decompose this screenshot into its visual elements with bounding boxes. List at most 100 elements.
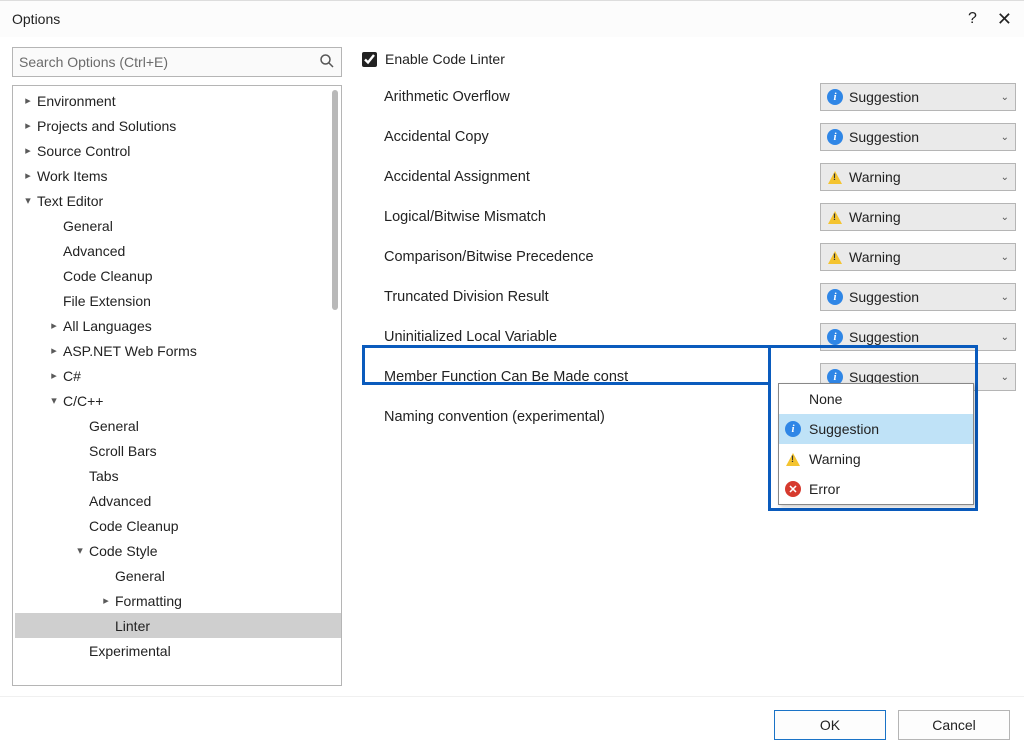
tree-item[interactable]: General — [15, 413, 341, 438]
tree-spacer — [73, 645, 87, 657]
setting-row: Uninitialized Local VariableiSuggestion⌄ — [362, 317, 1016, 357]
tree-item[interactable]: Code Style — [15, 538, 341, 563]
tree-spacer — [47, 245, 61, 257]
tree-item-label: General — [61, 218, 113, 234]
search-icon — [319, 53, 335, 72]
tree-item[interactable]: Tabs — [15, 463, 341, 488]
tree-item[interactable]: Linter — [15, 613, 341, 638]
dropdown-option[interactable]: iSuggestion — [779, 414, 973, 444]
tree-item[interactable]: Advanced — [15, 488, 341, 513]
severity-combo[interactable]: iSuggestion⌄ — [820, 123, 1016, 151]
enable-linter-label[interactable]: Enable Code Linter — [385, 51, 505, 67]
search-box[interactable] — [12, 47, 342, 77]
tree-item-label: Environment — [35, 93, 116, 109]
ok-button[interactable]: OK — [774, 710, 886, 740]
tree-item[interactable]: Formatting — [15, 588, 341, 613]
tree-item-label: General — [87, 418, 139, 434]
info-icon: i — [825, 329, 845, 345]
setting-label: Naming convention (experimental) — [362, 409, 820, 425]
setting-row: Logical/Bitwise MismatchWarning⌄ — [362, 197, 1016, 237]
setting-label: Logical/Bitwise Mismatch — [362, 209, 820, 225]
tree-item-label: Source Control — [35, 143, 130, 159]
close-icon[interactable]: ✕ — [997, 9, 1012, 30]
warning-icon — [825, 251, 845, 264]
error-icon: ✕ — [783, 481, 803, 497]
chevron-down-icon: ⌄ — [999, 92, 1011, 103]
tree-item[interactable]: General — [15, 213, 341, 238]
enable-linter-checkbox[interactable] — [362, 52, 377, 67]
nav-tree[interactable]: Environment Projects and Solutions Source … — [13, 86, 341, 669]
chevron-down-icon[interactable] — [73, 544, 87, 557]
dropdown-option-label: Suggestion — [803, 421, 879, 437]
chevron-down-icon: ⌄ — [999, 332, 1011, 343]
chevron-down-icon[interactable] — [47, 394, 61, 407]
help-icon[interactable]: ? — [968, 10, 977, 28]
chevron-right-icon[interactable] — [21, 169, 35, 182]
combo-value: Warning — [845, 209, 999, 225]
tree-spacer — [73, 445, 87, 457]
info-icon: i — [783, 421, 803, 437]
dropdown-option[interactable]: Warning — [779, 444, 973, 474]
tree-item[interactable]: Source Control — [15, 138, 341, 163]
tree-item[interactable]: Work Items — [15, 163, 341, 188]
tree-item[interactable]: C# — [15, 363, 341, 388]
chevron-down-icon: ⌄ — [999, 292, 1011, 303]
dropdown-option[interactable]: None — [779, 384, 973, 414]
tree-item[interactable]: Experimental — [15, 638, 341, 663]
tree-item[interactable]: General — [15, 563, 341, 588]
search-input[interactable] — [19, 54, 313, 70]
tree-spacer — [73, 495, 87, 507]
chevron-down-icon: ⌄ — [999, 372, 1011, 383]
tree-item[interactable]: Environment — [15, 88, 341, 113]
warning-icon — [825, 171, 845, 184]
cancel-button[interactable]: Cancel — [898, 710, 1010, 740]
severity-combo[interactable]: Warning⌄ — [820, 203, 1016, 231]
tree-item[interactable]: Projects and Solutions — [15, 113, 341, 138]
tree-item[interactable]: Code Cleanup — [15, 513, 341, 538]
chevron-right-icon[interactable] — [47, 344, 61, 357]
tree-item-label: File Extension — [61, 293, 151, 309]
tree-item-label: Advanced — [87, 493, 151, 509]
tree-item-label: Code Cleanup — [61, 268, 153, 284]
tree-item-label: Advanced — [61, 243, 125, 259]
chevron-right-icon[interactable] — [21, 119, 35, 132]
severity-combo[interactable]: Warning⌄ — [820, 243, 1016, 271]
setting-row: Truncated Division ResultiSuggestion⌄ — [362, 277, 1016, 317]
tree-item-label: Projects and Solutions — [35, 118, 176, 134]
severity-combo[interactable]: iSuggestion⌄ — [820, 83, 1016, 111]
dropdown-option[interactable]: ✕Error — [779, 474, 973, 504]
combo-value: Suggestion — [845, 129, 999, 145]
chevron-down-icon: ⌄ — [999, 252, 1011, 263]
tree-item[interactable]: Scroll Bars — [15, 438, 341, 463]
severity-combo[interactable]: Warning⌄ — [820, 163, 1016, 191]
info-icon: i — [825, 129, 845, 145]
tree-item[interactable]: ASP.NET Web Forms — [15, 338, 341, 363]
combo-value: Warning — [845, 249, 999, 265]
tree-item-label: Code Cleanup — [87, 518, 179, 534]
scrollbar[interactable] — [332, 90, 338, 310]
tree-item[interactable]: Code Cleanup — [15, 263, 341, 288]
tree-item-label: Tabs — [87, 468, 119, 484]
chevron-down-icon[interactable] — [21, 194, 35, 207]
tree-item-label: Formatting — [113, 593, 182, 609]
chevron-down-icon: ⌄ — [999, 132, 1011, 143]
tree-spacer — [99, 620, 113, 632]
tree-item[interactable]: C/C++ — [15, 388, 341, 413]
chevron-right-icon[interactable] — [21, 144, 35, 157]
chevron-right-icon[interactable] — [21, 94, 35, 107]
tree-item-label: C# — [61, 368, 81, 384]
tree-item[interactable]: File Extension — [15, 288, 341, 313]
severity-dropdown[interactable]: NoneiSuggestionWarning✕Error — [778, 383, 974, 505]
dialog-body: Environment Projects and Solutions Source … — [0, 37, 1024, 696]
chevron-right-icon[interactable] — [47, 319, 61, 332]
severity-combo[interactable]: iSuggestion⌄ — [820, 283, 1016, 311]
chevron-right-icon[interactable] — [47, 369, 61, 382]
severity-combo[interactable]: iSuggestion⌄ — [820, 323, 1016, 351]
tree-item[interactable]: All Languages — [15, 313, 341, 338]
chevron-right-icon[interactable] — [99, 594, 113, 607]
enable-linter-row: Enable Code Linter — [362, 51, 1016, 67]
tree-item[interactable]: Text Editor — [15, 188, 341, 213]
info-icon: i — [825, 89, 845, 105]
combo-value: Suggestion — [845, 329, 999, 345]
tree-item[interactable]: Advanced — [15, 238, 341, 263]
